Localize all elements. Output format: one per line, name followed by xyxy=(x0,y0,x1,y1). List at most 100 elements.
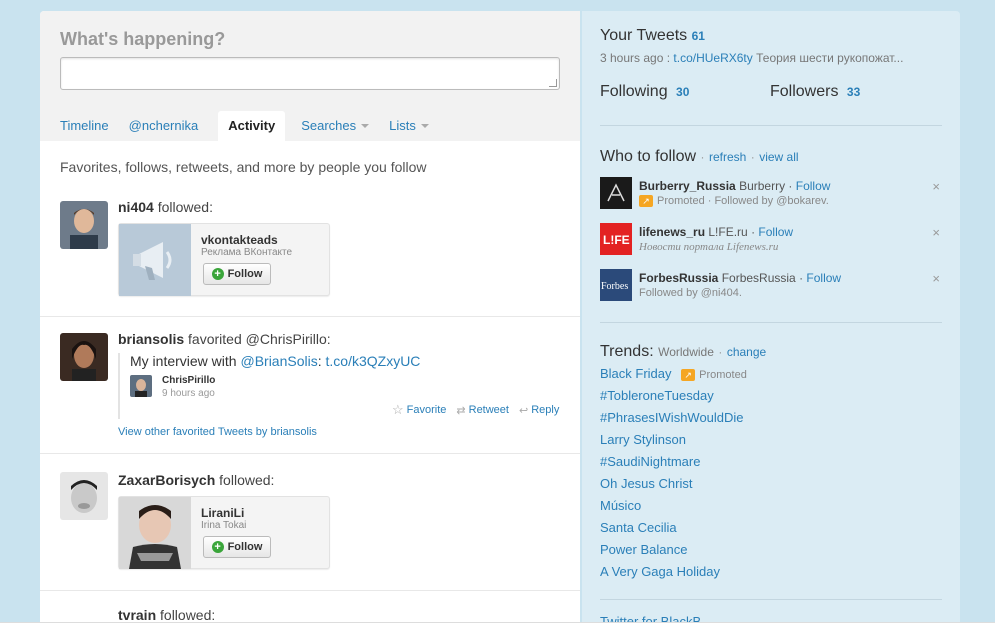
suggestion-handle[interactable]: ForbesRussia xyxy=(639,271,718,285)
trend-item[interactable]: #TobleroneTuesday xyxy=(600,388,714,403)
trends-header: Trends: Worldwide · change xyxy=(600,343,767,360)
retweet-label: Retweet xyxy=(468,404,509,416)
dashboard-sidebar: Your Tweets 61 3 hours ago : t.co/HUeRX6… xyxy=(582,11,960,629)
user-card[interactable]: LiraniLi Irina Tokai + Follow xyxy=(118,496,330,569)
trend-item[interactable]: Músico xyxy=(600,498,641,513)
activity-item: briansolis favorited @ChrisPirillo: My i… xyxy=(40,317,580,454)
last-tweet-link[interactable]: t.co/HUeRX6ty xyxy=(673,51,752,65)
close-icon[interactable]: × xyxy=(932,225,940,240)
your-tweets-label[interactable]: Your Tweets xyxy=(600,27,687,44)
suggestion-follow-link[interactable]: Follow xyxy=(806,271,841,285)
trends-change-link[interactable]: change xyxy=(727,345,766,359)
trend-label: Black Friday xyxy=(600,366,672,381)
user-card-name[interactable]: vkontakteads xyxy=(201,233,278,247)
trend-item[interactable]: Black Friday ↗ Promoted xyxy=(600,366,747,381)
composer-heading: What's happening? xyxy=(60,29,226,49)
promoted-label: Promoted xyxy=(699,369,747,381)
activity-item: ZaxarBorisych followed: LiraniLi Irina T… xyxy=(40,454,580,591)
user-card-image xyxy=(119,497,191,569)
trend-item[interactable]: #SaudiNightmare xyxy=(600,454,700,469)
suggestion-name: L!FE.ru xyxy=(708,225,748,239)
composer-area: What's happening? Timeline @nchernika Ac… xyxy=(40,11,580,141)
promoted-icon: ↗ xyxy=(639,195,653,208)
tab-mentions[interactable]: @nchernika xyxy=(129,111,213,141)
tweets-count[interactable]: 61 xyxy=(692,29,705,43)
suggestion-follow-link[interactable]: Follow xyxy=(758,225,793,239)
following-label: Following xyxy=(600,83,668,100)
chevron-down-icon xyxy=(420,124,429,128)
resize-grip-icon[interactable] xyxy=(549,79,557,87)
actor-name[interactable]: tvrain xyxy=(118,607,156,623)
followers-count: 33 xyxy=(846,85,861,99)
tab-activity[interactable]: Activity xyxy=(218,111,286,141)
tab-timeline[interactable]: Timeline xyxy=(60,111,123,141)
who-to-follow-label: Who to follow xyxy=(600,148,697,165)
follow-button[interactable]: + Follow xyxy=(203,536,271,558)
avatar[interactable] xyxy=(600,177,632,209)
activity-verb: favorited xyxy=(188,331,242,347)
favorite-action[interactable]: ☆ Favorite xyxy=(392,402,446,418)
following-count: 30 xyxy=(676,85,690,99)
follow-button[interactable]: + Follow xyxy=(203,263,271,285)
tweet-author[interactable]: ChrisPirillo xyxy=(162,375,215,386)
trend-item[interactable]: #PhrasesIWishWouldDie xyxy=(600,410,744,425)
suggestion-line: lifenews_ru L!FE.ru · Follow xyxy=(639,225,794,239)
trend-item[interactable]: Santa Cecilia xyxy=(600,520,677,535)
divider xyxy=(600,322,942,323)
actor-name[interactable]: briansolis xyxy=(118,331,184,347)
avatar[interactable]: L!FE xyxy=(600,223,632,255)
tab-searches-label: Searches xyxy=(301,118,357,133)
close-icon[interactable]: × xyxy=(932,179,940,194)
user-card-name[interactable]: LiraniLi xyxy=(201,506,244,520)
trend-item[interactable]: A Very Gaga Holiday xyxy=(600,564,720,579)
suggestion-handle[interactable]: Burberry_Russia xyxy=(639,179,736,193)
tweet-time[interactable]: 9 hours ago xyxy=(162,388,215,399)
svg-text:L!FE: L!FE xyxy=(603,233,630,247)
tweet-link[interactable]: t.co/k3QZxyUC xyxy=(326,353,421,369)
following-stat[interactable]: Following 30 xyxy=(600,83,689,101)
suggestion-item: Burberry_Russia Burberry · Follow ↗ Promo… xyxy=(600,177,942,211)
avatar[interactable] xyxy=(130,375,152,397)
who-to-follow-header: Who to follow · refresh · view all xyxy=(600,148,799,165)
trend-item[interactable]: Power Balance xyxy=(600,542,687,557)
suggestion-context: ↗ Promoted · Followed by @bokarev. xyxy=(639,195,829,208)
activity-verb: followed: xyxy=(219,472,275,488)
suggestion-name: ForbesRussia xyxy=(721,271,796,285)
reply-action[interactable]: ↩ Reply xyxy=(519,404,559,417)
last-tweet-time[interactable]: 3 hours ago : xyxy=(600,51,670,65)
trends-region: Worldwide xyxy=(658,345,714,359)
avatar[interactable] xyxy=(60,333,108,381)
tab-lists[interactable]: Lists xyxy=(389,111,443,141)
user-card[interactable]: vkontakteads Реклама ВКонтакте + Follow xyxy=(118,223,330,296)
view-other-favorites-link[interactable]: View other favorited Tweets by briansoli… xyxy=(118,426,317,438)
view-all-link[interactable]: view all xyxy=(759,150,798,164)
refresh-link[interactable]: refresh xyxy=(709,150,746,164)
retweet-action[interactable]: ⇄ Retweet xyxy=(456,404,509,417)
close-icon[interactable]: × xyxy=(932,271,940,286)
tweet-mention[interactable]: @BrianSolis xyxy=(240,353,317,369)
tab-lists-label: Lists xyxy=(389,118,416,133)
tab-searches[interactable]: Searches xyxy=(301,111,383,141)
actor-name[interactable]: ZaxarBorisych xyxy=(118,472,215,488)
star-icon: ☆ xyxy=(392,402,404,417)
avatar[interactable]: Forbes xyxy=(600,269,632,301)
user-card-image xyxy=(119,224,191,296)
activity-item: ni404 followed: vkontakteads Реклама ВКо… xyxy=(40,189,580,317)
trends-label: Trends: xyxy=(600,343,654,360)
target-user[interactable]: @ChrisPirillo: xyxy=(246,331,331,347)
avatar[interactable] xyxy=(60,201,108,249)
plus-icon: + xyxy=(211,268,224,280)
suggestion-context: Followed by @ni404. xyxy=(639,287,742,299)
actor-name[interactable]: ni404 xyxy=(118,199,154,215)
suggestion-line: ForbesRussia ForbesRussia · Follow xyxy=(639,271,842,285)
avatar[interactable] xyxy=(60,472,108,520)
tweet-text-prefix: My interview with xyxy=(130,353,237,369)
followers-stat[interactable]: Followers 33 xyxy=(770,83,860,101)
suggestion-handle[interactable]: lifenews_ru xyxy=(639,225,705,239)
trend-item[interactable]: Larry Stylinson xyxy=(600,432,686,447)
your-tweets-header: Your Tweets 61 xyxy=(600,27,705,45)
trend-item[interactable]: Oh Jesus Christ xyxy=(600,476,692,491)
favorite-label: Favorite xyxy=(406,404,447,416)
tweet-textarea[interactable] xyxy=(60,57,560,90)
suggestion-follow-link[interactable]: Follow xyxy=(796,179,831,193)
